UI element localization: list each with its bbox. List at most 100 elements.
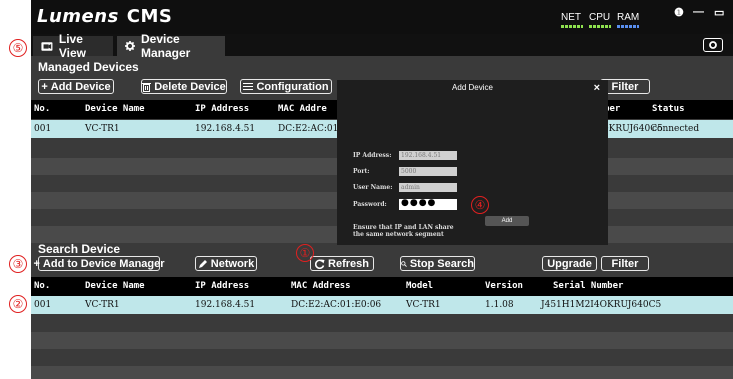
upgrade-button[interactable]: Upgrade [542, 256, 597, 271]
callout-2: ② [9, 295, 27, 313]
trash-icon [142, 82, 152, 92]
col-no: No. [34, 281, 51, 291]
cell-device-name: VC-TR1 [85, 300, 120, 310]
close-icon[interactable]: × [594, 82, 600, 94]
tab-live-view-label: Live View [58, 32, 86, 60]
cell-version: 1.1.08 [485, 300, 514, 310]
configuration-button[interactable]: Configuration [240, 79, 332, 94]
tab-device-manager-label: Device Manager [140, 32, 191, 60]
minimize-icon[interactable]: — [693, 6, 704, 18]
list-icon [243, 83, 254, 90]
callout-4: ④ [471, 196, 489, 214]
search-table-row[interactable]: 001 VC-TR1 192.168.4.51 DC:E2:AC:01:E0:0… [31, 296, 733, 314]
stop-search-label: Stop Search [409, 257, 474, 270]
add-to-dm-label: Add to Device Manager [42, 257, 165, 270]
add-device-dialog: Add Device × IP Address: 192.168.4.51 Po… [337, 80, 608, 245]
callout-3: ③ [9, 255, 27, 273]
add-to-device-manager-button[interactable]: + Add to Device Manager [33, 256, 165, 271]
cell-serial: J451H1M2I4OKRUJ640C5 [541, 300, 662, 310]
tab-bar: Live View Device Manager [31, 32, 733, 60]
tab-live-view[interactable]: Live View [33, 32, 113, 60]
cpu-bar [589, 25, 611, 28]
col-device-name: Device Name [85, 104, 145, 114]
col-ip-address: IP Address [195, 281, 250, 291]
tab-device-manager[interactable]: Device Manager [117, 32, 225, 60]
logo-brand: Lumens [37, 6, 119, 27]
cell-no: 001 [34, 124, 52, 134]
port-input[interactable]: 5000 [399, 167, 457, 176]
add-device-label: Add Device [50, 80, 111, 93]
plus-icon: + [41, 80, 48, 93]
resource-meters: NET CPU RAM [561, 13, 639, 28]
delete-device-button[interactable]: Delete Device [141, 79, 227, 94]
add-device-button[interactable]: + Add Device [38, 79, 114, 94]
ram-bar [617, 25, 639, 28]
cell-ip: 192.168.4.51 [195, 124, 256, 134]
configuration-label: Configuration [256, 80, 329, 93]
net-meter: NET [561, 13, 583, 28]
search-icon [401, 260, 407, 267]
cell-model: VC-TR1 [406, 300, 441, 310]
dialog-add-button[interactable]: Add [485, 216, 529, 226]
network-note-line1: Ensure that IP and LAN share [353, 224, 454, 231]
col-no: No. [34, 104, 51, 114]
col-serial-number: Serial Number [553, 281, 624, 291]
empty-row [31, 332, 733, 349]
network-note-line2: the same network segment [353, 231, 444, 238]
ip-input[interactable]: 192.168.4.51 [399, 151, 457, 160]
col-ip-address: IP Address [195, 104, 250, 114]
ram-label: RAM [617, 12, 640, 23]
net-label: NET [561, 12, 581, 23]
network-note: Ensure that IP and LAN share the same net… [353, 224, 454, 238]
search-device-title: Search Device [38, 242, 121, 256]
network-label: Network [210, 257, 255, 270]
settings-gear-icon [709, 41, 717, 49]
cpu-label: CPU [589, 12, 611, 23]
refresh-button[interactable]: Refresh [310, 256, 374, 271]
delete-device-label: Delete Device [154, 80, 226, 93]
cell-mac: DC:E2:AC:01:E0:06 [291, 300, 382, 310]
cell-device-name: VC-TR1 [85, 124, 120, 134]
cell-status: connected [652, 124, 700, 134]
callout-5: ⑤ [9, 39, 27, 57]
cell-no: 001 [34, 300, 52, 310]
ip-label: IP Address: [353, 152, 392, 159]
username-label: User Name: [353, 184, 393, 191]
search-table-header: No. Device Name IP Address MAC Address M… [31, 277, 733, 296]
empty-row [31, 366, 733, 379]
managed-devices-title: Managed Devices [38, 60, 139, 74]
gear-icon [125, 41, 135, 51]
cell-mac: DC:E2:AC:01 [278, 124, 339, 134]
app-logo: Lumens CMS [37, 7, 172, 27]
callout-1: ① [296, 244, 314, 262]
col-mac-address: MAC Address [291, 281, 351, 291]
pencil-icon [198, 259, 207, 268]
cms-window: Lumens CMS NET CPU RAM ❶ — ▭ Live View De… [31, 0, 733, 379]
col-status: Status [652, 104, 685, 114]
cell-ip: 192.168.4.51 [195, 300, 256, 310]
network-button[interactable]: Network [195, 256, 257, 271]
title-bar: Lumens CMS NET CPU RAM ❶ — ▭ [31, 0, 733, 34]
settings-button[interactable] [703, 38, 723, 52]
col-device-name: Device Name [85, 281, 145, 291]
search-filter-button[interactable]: Filter [601, 256, 649, 271]
col-version: Version [485, 281, 523, 291]
password-input[interactable]: ●●●● [399, 199, 457, 210]
cpu-meter: CPU [589, 13, 611, 28]
password-label: Password: [353, 201, 387, 208]
dialog-title: Add Device [452, 83, 493, 92]
logo-product: CMS [126, 6, 173, 27]
username-input[interactable]: admin [399, 183, 457, 192]
net-bar [561, 25, 583, 28]
info-icon[interactable]: ❶ [674, 6, 684, 19]
refresh-icon [315, 259, 325, 269]
plus-icon: + [33, 257, 40, 270]
ram-meter: RAM [617, 13, 639, 28]
col-mac-address: MAC Addre [278, 104, 327, 114]
video-icon [41, 41, 53, 51]
col-model: Model [406, 281, 434, 291]
stop-search-button[interactable]: Stop Search [400, 256, 475, 271]
refresh-label: Refresh [328, 257, 369, 270]
maximize-icon[interactable]: ▭ [714, 6, 724, 19]
port-label: Port: [353, 168, 370, 175]
